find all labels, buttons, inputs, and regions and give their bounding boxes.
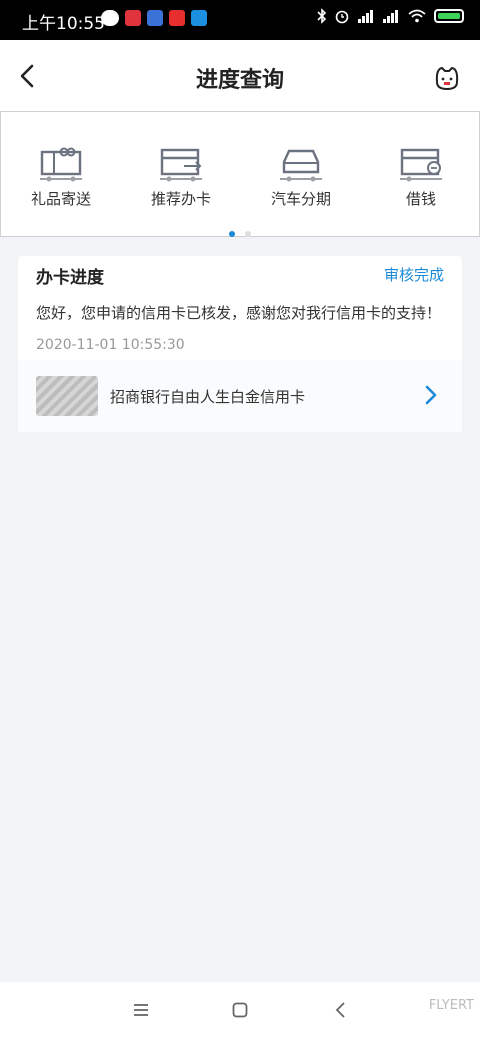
page-title: 进度查询 bbox=[195, 68, 284, 93]
quick-action-loan[interactable]: 借钱 bbox=[361, 146, 480, 209]
system-icons bbox=[317, 8, 464, 24]
quick-action-recommend[interactable]: 推荐办卡 bbox=[121, 146, 241, 209]
car-icon bbox=[280, 149, 322, 182]
progress-card: 办卡进度 审核完成 您好，您申请的信用卡已核发，感谢您对我行信用卡的支持！ 20… bbox=[18, 256, 462, 432]
header-bar: 进度查询 bbox=[0, 40, 480, 112]
quick-action-label: 借钱 bbox=[405, 190, 436, 208]
quick-actions-panel: 礼品寄送 推荐办卡 汽车分期 借钱 bbox=[0, 111, 480, 237]
app-icon-flight bbox=[191, 10, 207, 26]
home-icon[interactable] bbox=[232, 1002, 248, 1018]
recommend-card-icon bbox=[160, 148, 202, 182]
signal-hd-icon bbox=[383, 10, 398, 23]
credit-card-row[interactable]: 招商银行自由人生白金信用卡 bbox=[18, 360, 462, 432]
card-title: 办卡进度 bbox=[36, 268, 104, 288]
gift-icon bbox=[40, 147, 82, 182]
notification-icons bbox=[101, 10, 207, 26]
app-icon-red bbox=[125, 10, 141, 26]
wechat-icon bbox=[101, 10, 119, 26]
watermark-logo: FLYERT bbox=[428, 998, 474, 1013]
menu-icon[interactable] bbox=[133, 1003, 149, 1017]
page-indicator bbox=[1, 222, 479, 241]
credit-card-thumbnail bbox=[36, 376, 98, 416]
alarm-icon bbox=[335, 10, 349, 24]
progress-timestamp: 2020-11-01 10:55:30 bbox=[36, 337, 185, 353]
back-icon[interactable] bbox=[335, 1002, 347, 1018]
battery-charging-icon bbox=[434, 9, 464, 23]
quick-action-label: 汽车分期 bbox=[270, 190, 331, 208]
loan-icon bbox=[400, 148, 442, 182]
status-badge: 审核完成 bbox=[383, 266, 444, 284]
progress-message: 您好，您申请的信用卡已核发，感谢您对我行信用卡的支持！ bbox=[36, 304, 442, 322]
page-dot-active bbox=[229, 231, 236, 237]
app-icon-c bbox=[169, 10, 185, 26]
wifi-icon bbox=[408, 9, 426, 23]
app-icon-blue bbox=[147, 10, 163, 26]
status-time: 上午10:55 bbox=[22, 14, 105, 34]
signal-icon bbox=[358, 10, 373, 23]
quick-action-car[interactable]: 汽车分期 bbox=[241, 146, 361, 209]
quick-action-gift[interactable]: 礼品寄送 bbox=[1, 146, 121, 209]
bluetooth-icon bbox=[317, 8, 327, 24]
status-bar: 上午10:55 bbox=[0, 0, 480, 40]
quick-action-label: 推荐办卡 bbox=[150, 190, 211, 208]
quick-action-label: 礼品寄送 bbox=[30, 190, 91, 208]
chevron-right-icon[interactable] bbox=[424, 384, 438, 406]
page-dot bbox=[244, 231, 251, 237]
system-nav-bar: FLYERT bbox=[0, 982, 480, 1040]
credit-card-name: 招商银行自由人生白金信用卡 bbox=[110, 388, 306, 406]
customer-service-icon[interactable] bbox=[432, 62, 462, 92]
